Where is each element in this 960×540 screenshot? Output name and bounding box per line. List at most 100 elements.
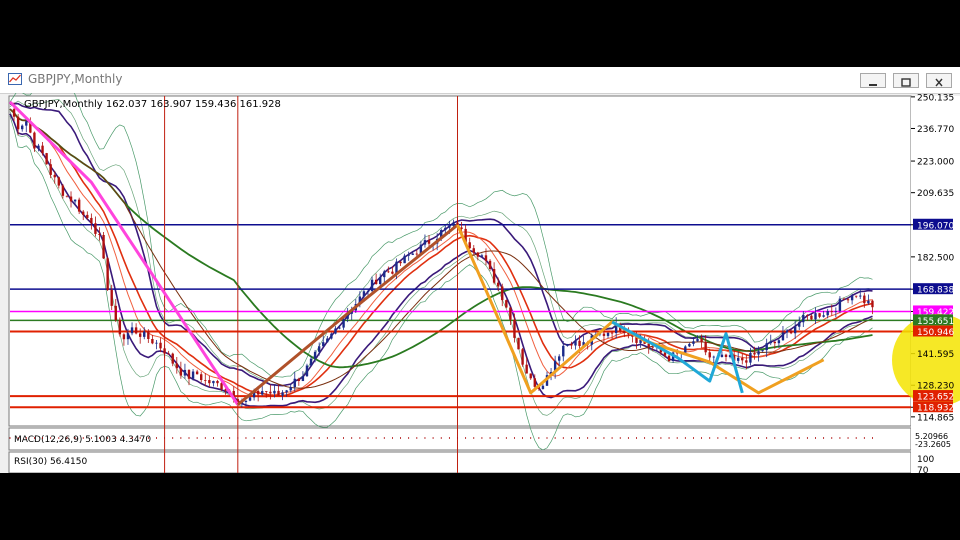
candle-body — [529, 373, 532, 379]
chart-window-icon — [8, 73, 22, 85]
candle-body — [261, 391, 264, 395]
candle-body — [501, 286, 504, 301]
candle-body — [244, 400, 248, 402]
candle-body — [492, 268, 496, 283]
macd-axis-label-2: -23.2605 — [915, 440, 951, 449]
candle-body — [118, 319, 122, 335]
candle-body — [415, 253, 419, 255]
candle-body — [749, 352, 752, 363]
candle-body — [130, 327, 134, 334]
candle-body — [379, 277, 382, 284]
candle-body — [147, 331, 150, 339]
candle-body — [342, 318, 345, 328]
candle-body — [151, 338, 154, 344]
candle-body — [167, 353, 170, 355]
candle-body — [574, 340, 577, 346]
candle-body — [399, 261, 402, 264]
minimize-icon — [869, 84, 877, 86]
candle-body — [411, 253, 414, 255]
candle-body — [138, 333, 142, 337]
candle-body — [366, 291, 370, 292]
candle-body — [700, 338, 703, 342]
symbol-info: GBPJPY,Monthly 162.037 163.907 159.436 1… — [24, 99, 281, 110]
candle-body — [663, 352, 667, 356]
y-tick-label: 209.635 — [917, 189, 954, 199]
candle-body — [558, 356, 561, 361]
candle-body — [606, 332, 610, 336]
restore-button[interactable] — [893, 73, 919, 88]
candle-body — [452, 222, 455, 226]
candle-body — [77, 199, 81, 212]
candle-body — [871, 300, 874, 308]
candle-body — [533, 378, 536, 387]
rsi-panel — [8, 451, 912, 473]
candle-body — [826, 311, 829, 316]
candle-body — [41, 145, 44, 154]
candle-body — [297, 378, 301, 381]
candle-body — [513, 319, 516, 338]
candle-body — [317, 346, 321, 352]
candle-body — [106, 258, 109, 291]
candle-body — [126, 333, 130, 340]
candle-body — [293, 378, 296, 388]
candle-body — [427, 240, 431, 244]
candle-body — [309, 358, 313, 366]
candle-body — [859, 295, 862, 297]
candle-body — [724, 354, 728, 357]
candle-body — [289, 387, 292, 391]
y-level-tag-label: 118.932 — [917, 404, 954, 414]
rsi-axis-100: 100 — [917, 455, 934, 465]
candle-body — [781, 332, 785, 341]
candle-body — [305, 365, 309, 377]
y-tick-label: 250.135 — [917, 93, 954, 103]
candle-body — [21, 125, 24, 130]
y-tick-label: 141.595 — [917, 350, 954, 360]
candle-body — [448, 225, 451, 228]
candle-body — [159, 342, 162, 349]
y-tick-label: 223.000 — [917, 158, 954, 168]
candle-body — [688, 343, 691, 347]
y-level-tag-label: 150.946 — [917, 328, 954, 338]
candle-body — [248, 397, 252, 401]
candle-body — [49, 164, 52, 175]
candle-body — [708, 352, 711, 358]
candle-body — [578, 340, 581, 347]
candle-body — [793, 326, 797, 334]
rsi-axis-70: 70 — [917, 466, 929, 473]
candle-body — [810, 315, 813, 320]
candle-body — [313, 351, 317, 359]
candle-body — [374, 279, 378, 284]
candle-body — [789, 330, 793, 334]
candle-body — [834, 311, 838, 312]
candle-body — [45, 153, 48, 165]
candle-body — [704, 341, 707, 353]
candle-body — [57, 177, 61, 186]
close-icon — [935, 78, 943, 87]
y-level-tag-label: 155.651 — [917, 317, 954, 327]
candle-body — [98, 233, 101, 235]
candle-body — [387, 271, 390, 273]
candle-body — [33, 132, 36, 149]
candle-body — [484, 255, 488, 261]
candle-body — [277, 390, 280, 396]
y-level-tag-label: 123.652 — [917, 393, 954, 403]
candle-body — [692, 341, 695, 344]
candle-body — [480, 255, 484, 257]
candle-body — [200, 374, 203, 381]
candle-body — [37, 145, 40, 149]
candle-body — [65, 195, 69, 197]
y-level-tag-label: 196.070 — [917, 221, 954, 231]
minimize-button[interactable] — [860, 73, 886, 88]
candle-body — [712, 356, 715, 358]
candle-body — [517, 337, 520, 350]
close-button[interactable] — [926, 73, 952, 88]
candle-body — [407, 254, 410, 256]
candle-body — [842, 298, 846, 300]
rsi-label: RSI(30) 56.4150 — [14, 457, 87, 467]
candle-body — [370, 279, 374, 292]
candle-body — [785, 330, 789, 333]
y-tick-label: 236.770 — [917, 125, 954, 135]
candle-body — [757, 351, 760, 355]
candle-body — [647, 343, 650, 347]
candle-body — [220, 383, 223, 390]
